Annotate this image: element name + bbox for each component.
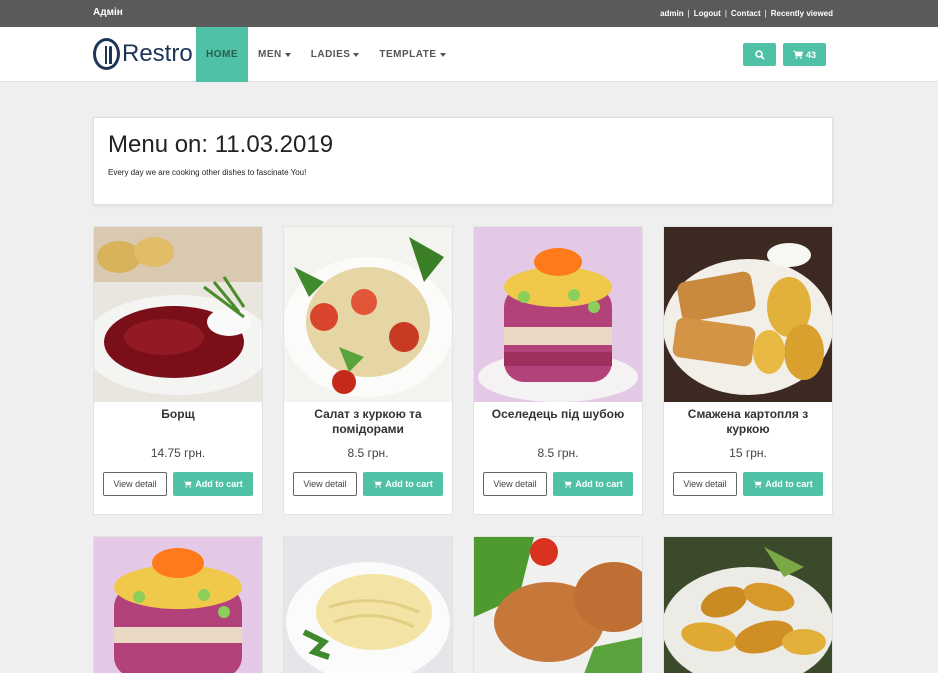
product-price: 8.5 грн. bbox=[537, 446, 579, 460]
admin-link[interactable]: admin bbox=[660, 9, 684, 18]
view-detail-button[interactable]: View detail bbox=[293, 472, 357, 496]
product-card: Салат з куркою та помідорами 8.5 грн. Vi… bbox=[283, 226, 453, 515]
main-nav: HOME MEN LADIES TEMPLATE bbox=[196, 27, 456, 82]
product-name[interactable]: Борщ bbox=[99, 407, 257, 422]
product-price: 15 грн. bbox=[729, 446, 767, 460]
product-name[interactable]: Салат з куркою та помідорами bbox=[289, 407, 447, 437]
product-name[interactable]: Оселедець під шубою bbox=[479, 407, 637, 422]
separator: | bbox=[687, 9, 690, 18]
product-card: Борщ 14.75 грн. View detail Add to cart bbox=[93, 226, 263, 515]
add-to-cart-label: Add to cart bbox=[765, 479, 813, 489]
add-to-cart-label: Add to cart bbox=[575, 479, 623, 489]
cart-icon bbox=[563, 480, 572, 488]
contact-link[interactable]: Contact bbox=[731, 9, 761, 18]
view-detail-button[interactable]: View detail bbox=[673, 472, 737, 496]
logout-link[interactable]: Logout bbox=[694, 9, 721, 18]
nav-item-template[interactable]: TEMPLATE bbox=[369, 27, 455, 82]
menu-title: Menu on: 11.03.2019 bbox=[108, 131, 334, 158]
cart-icon bbox=[753, 480, 762, 488]
cart-count: 43 bbox=[805, 49, 816, 60]
main-navbar: Restro HOME MEN LADIES TEMPLATE 43 bbox=[0, 27, 938, 82]
product-card: Оселедець під шубою 8.5 грн. View detail… bbox=[473, 226, 643, 515]
caret-down-icon bbox=[353, 52, 360, 57]
product-image-borscht[interactable] bbox=[94, 227, 262, 402]
caret-down-icon bbox=[284, 52, 291, 57]
product-card: Смажена картопля з куркою 15 грн. View d… bbox=[663, 226, 833, 515]
top-bar: Адмін admin | Logout | Contact | Recentl… bbox=[0, 0, 938, 27]
separator: | bbox=[764, 9, 767, 18]
nav-item-label: HOME bbox=[206, 49, 238, 60]
product-image-herring-salad[interactable] bbox=[474, 227, 642, 402]
search-button[interactable] bbox=[743, 43, 776, 66]
search-icon bbox=[754, 49, 765, 60]
product-price: 14.75 грн. bbox=[150, 446, 206, 460]
add-to-cart-button[interactable]: Add to cart bbox=[553, 472, 633, 496]
nav-item-label: LADIES bbox=[310, 49, 351, 60]
add-to-cart-button[interactable]: Add to cart bbox=[363, 472, 443, 496]
top-links: admin | Logout | Contact | Recently view… bbox=[660, 9, 833, 18]
cart-icon bbox=[792, 50, 803, 59]
menu-header-panel: Menu on: 11.03.2019 Every day we are coo… bbox=[93, 117, 833, 205]
separator: | bbox=[724, 9, 727, 18]
product-image-herring-salad[interactable] bbox=[94, 537, 262, 673]
cart-button[interactable]: 43 bbox=[783, 43, 826, 66]
product-card bbox=[93, 536, 263, 673]
product-card bbox=[283, 536, 453, 673]
product-image-mashed-potatoes[interactable] bbox=[284, 537, 452, 673]
add-to-cart-label: Add to cart bbox=[385, 479, 433, 489]
nav-item-men[interactable]: MEN bbox=[248, 27, 301, 82]
cart-icon bbox=[373, 480, 382, 488]
logo-icon bbox=[93, 38, 120, 70]
view-detail-button[interactable]: View detail bbox=[483, 472, 547, 496]
product-price: 8.5 грн. bbox=[347, 446, 389, 460]
product-name[interactable]: Смажена картопля з куркою bbox=[669, 407, 827, 437]
add-to-cart-button[interactable]: Add to cart bbox=[173, 472, 253, 496]
cart-icon bbox=[183, 480, 192, 488]
product-image-fried-potatoes[interactable] bbox=[664, 537, 832, 673]
nav-item-home[interactable]: HOME bbox=[196, 27, 248, 82]
recently-viewed-link[interactable]: Recently viewed bbox=[771, 9, 833, 18]
product-image-cutlets[interactable] bbox=[474, 537, 642, 673]
product-image-chicken-salad[interactable] bbox=[284, 227, 452, 402]
nav-item-label: TEMPLATE bbox=[379, 49, 437, 60]
logo-text: Restro bbox=[122, 40, 193, 67]
nav-item-label: MEN bbox=[258, 49, 282, 60]
nav-item-ladies[interactable]: LADIES bbox=[301, 27, 370, 82]
product-card bbox=[663, 536, 833, 673]
product-image-fried-potatoes-chicken[interactable] bbox=[664, 227, 832, 402]
product-card bbox=[473, 536, 643, 673]
admin-label: Адмін bbox=[93, 7, 123, 18]
caret-down-icon bbox=[439, 52, 446, 57]
add-to-cart-label: Add to cart bbox=[195, 479, 243, 489]
logo[interactable]: Restro bbox=[93, 38, 193, 70]
menu-subtitle: Every day we are cooking other dishes to… bbox=[108, 168, 307, 177]
add-to-cart-button[interactable]: Add to cart bbox=[743, 472, 823, 496]
view-detail-button[interactable]: View detail bbox=[103, 472, 167, 496]
